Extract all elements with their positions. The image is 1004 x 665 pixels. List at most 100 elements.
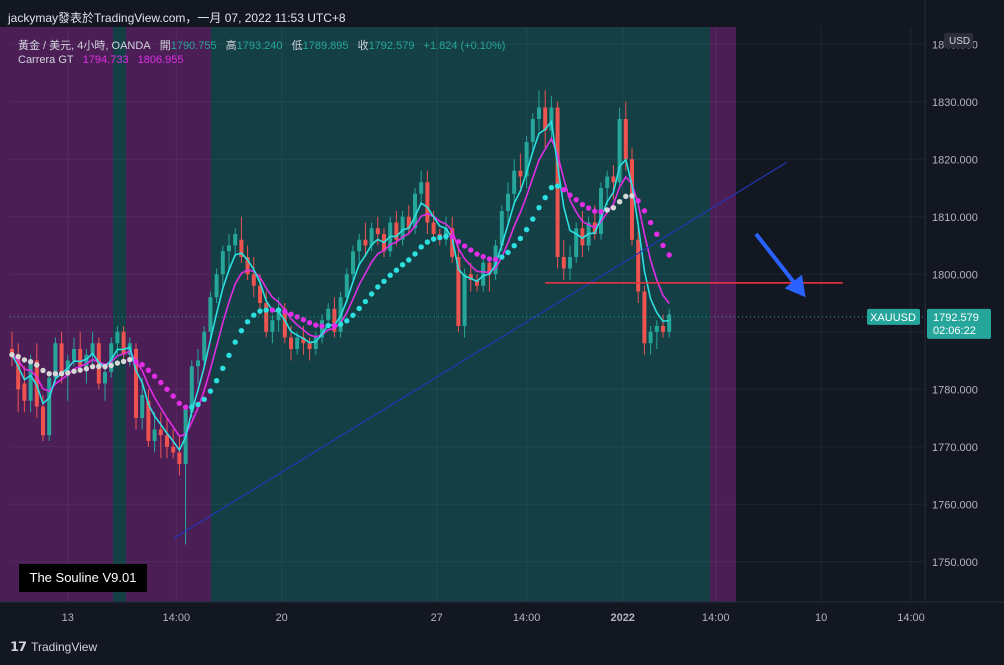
baseline-dot [511,243,517,249]
tradingview-footer[interactable]: 𝟭𝟳 TradingView [10,639,97,655]
candle-body [103,372,107,384]
baseline-dot [517,235,524,242]
candle-body [28,360,33,401]
candle-body [512,170,517,194]
candle-body [605,176,610,188]
baseline-dot [530,216,536,222]
baseline-dot [654,231,660,237]
candle-body [158,429,163,436]
time-tick-label: 14:00 [897,612,925,624]
time-tick-label: 2022 [610,612,634,624]
baseline-dot [616,199,623,205]
baseline-dot [480,253,486,260]
baseline-dot [666,252,672,258]
baseline-dot [623,193,629,200]
candle [134,343,138,430]
symbol-tag-label: XAUUSD [870,312,916,324]
baseline-dot [319,323,325,329]
baseline-dot [257,308,263,314]
baseline-dot [554,183,561,189]
price-chart[interactable]: 1750.0001760.0001770.0001780.0001790.000… [0,0,1004,665]
signal-zone [710,27,736,602]
candle-body [22,383,27,401]
baseline-dot [21,357,28,363]
candle-body [270,320,275,332]
baseline-dot [548,184,555,191]
baseline-dot [337,321,344,327]
low-value: 1789.895 [302,40,349,52]
candle-body [251,274,256,286]
baseline-dot [660,242,666,249]
bar-countdown: 02:06:22 [933,325,976,337]
baseline-dot [455,238,462,245]
publish-header: jackymay發表於TradingView.com，一月 07, 2022 1… [8,11,346,25]
candle-body [661,326,665,332]
signal-zone [0,27,113,602]
symbol-line: 黃金 / 美元, 4小時, OANDA [18,40,151,52]
baseline-dot [406,257,412,263]
baseline-dot [46,370,52,377]
baseline-dot [505,249,511,256]
baseline-dot [536,204,542,211]
baseline-dot [424,239,431,245]
price-tick-label: 1760.000 [932,499,978,511]
baseline-dot [430,236,437,242]
baseline-dot [232,339,238,345]
baseline-dot [294,314,300,320]
baseline-dot [468,247,474,253]
candle-body [295,337,300,349]
symbol-legend: 黃金 / 美元, 4小時, OANDA 開1790.755 高1793.240 … [18,37,511,53]
candle-body [165,435,169,447]
baseline-dot [15,353,21,360]
candle-body [518,170,523,177]
baseline-dot [52,371,59,377]
baseline-dot [604,207,610,213]
baseline-dot [610,204,617,211]
candle-body [623,119,628,160]
baseline-dot [288,311,294,317]
time-tick-label: 14:00 [702,612,730,624]
price-tick-label: 1770.000 [932,442,978,454]
baseline-dot [164,386,170,392]
baseline-dot [313,322,319,328]
baseline-dot [220,365,226,372]
last-price-value: 1792.579 [933,312,979,324]
baseline-dot [244,319,251,325]
baseline-dot [368,291,375,297]
candle-body [121,331,126,355]
baseline-dot [474,251,480,257]
candle-body [214,274,219,298]
candle-body [227,245,231,252]
candle-body [202,331,207,361]
baseline-dot [381,278,387,284]
baseline-dot [641,208,648,214]
candle-body [654,326,659,332]
baseline-dot [195,401,201,408]
baseline-dot [189,404,195,410]
baseline-dot [133,359,139,365]
baseline-dot [579,201,586,208]
candle-body [611,176,616,183]
baseline-dot [40,367,46,374]
indicator-value-1: 1794.733 [82,54,129,66]
baseline-dot [139,361,145,368]
price-tick-label: 1800.000 [932,269,978,281]
candle-body [357,239,362,252]
baseline-dot [65,370,71,376]
low-label: 低 [291,40,303,52]
time-tick-label: 20 [276,612,288,624]
change-value: +1.824 (+0.10%) [423,40,506,52]
baseline-dot [542,194,548,201]
baseline-dot [96,363,102,370]
baseline-dot [592,208,598,214]
baseline-dot [573,197,579,203]
price-tick-label: 1750.000 [932,557,978,569]
baseline-dot [461,243,468,249]
footer-brand: TradingView [31,640,98,654]
candle-body [289,337,293,349]
baseline-dot [263,307,269,313]
baseline-dot [499,254,505,260]
baseline-dot [145,367,152,373]
baseline-dot [201,396,207,402]
close-label: 收 [357,40,369,52]
